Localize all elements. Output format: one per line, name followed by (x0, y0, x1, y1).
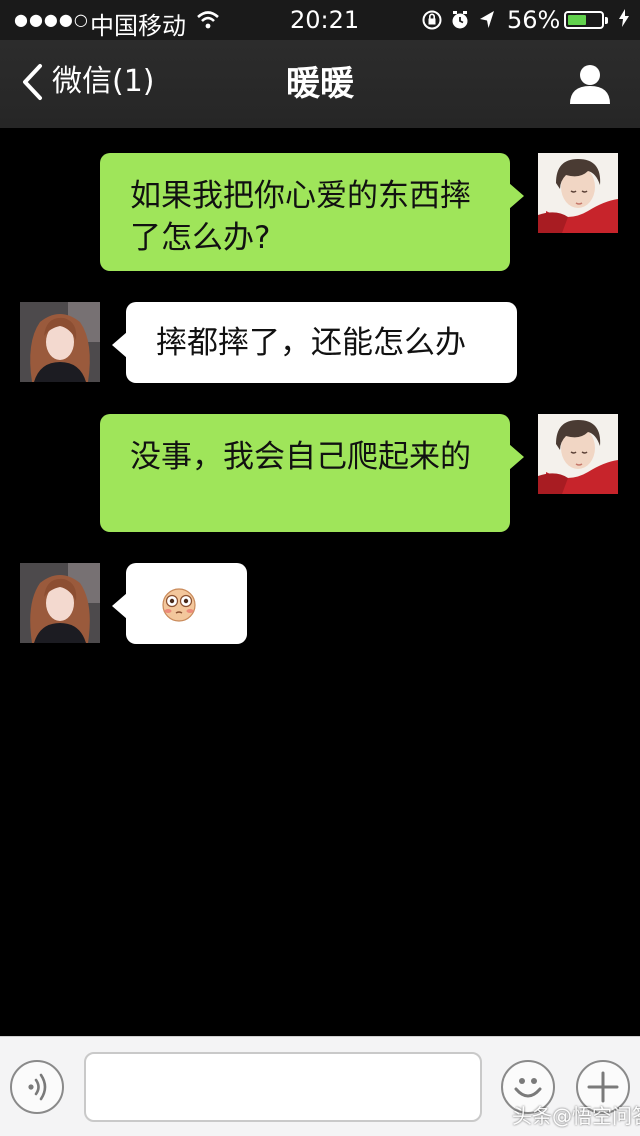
avatar-contact[interactable] (20, 563, 100, 643)
battery-percent: 56% (507, 6, 561, 34)
message-text: 如果我把你心爱的东西摔了怎么办? (130, 178, 471, 256)
chat-area[interactable]: 如果我把你心爱的东西摔了怎么办? 摔都摔了，还能怎么办 没事，我会自己爬起来的 (0, 128, 640, 1036)
back-button[interactable]: 微信(1) (20, 62, 155, 102)
back-label: 微信(1) (52, 64, 155, 99)
signal-strength: ●●●●○ (14, 10, 89, 29)
message-input[interactable] (84, 1052, 482, 1122)
message-bubble-incoming[interactable] (112, 563, 247, 644)
voice-icon (28, 1073, 47, 1101)
wifi-icon (196, 8, 220, 36)
carrier-name: 中国移动 (90, 12, 186, 40)
message-text: 没事，我会自己爬起来的 (130, 439, 471, 475)
message-bubble-outgoing[interactable]: 没事，我会自己爬起来的 (100, 414, 524, 532)
voice-button[interactable] (10, 1060, 64, 1114)
battery-level (568, 15, 586, 25)
battery-icon (564, 11, 608, 29)
navigation-bar: 微信(1) 暖暖 (0, 40, 640, 128)
watermark: 头条@悟空问答 (512, 1104, 640, 1128)
status-time: 20:21 (290, 6, 360, 34)
charging-bolt-icon (619, 9, 629, 32)
message-bubble-incoming[interactable]: 摔都摔了，还能怎么办 (112, 302, 517, 383)
avatar-self[interactable] (538, 153, 618, 233)
alarm-icon (452, 11, 468, 29)
system-icons (422, 8, 502, 38)
status-bar: ●●●●○ 中国移动 20:21 56% (0, 0, 640, 40)
person-icon (570, 65, 610, 104)
blushing-face-emoji (162, 588, 196, 622)
chevron-left-icon (23, 64, 42, 100)
message-text: 摔都摔了，还能怎么办 (156, 325, 466, 361)
chat-info-button[interactable] (568, 62, 612, 106)
message-bubble-outgoing[interactable]: 如果我把你心爱的东西摔了怎么办? (100, 153, 524, 271)
avatar-contact[interactable] (20, 302, 100, 382)
orientation-lock-icon (422, 10, 442, 30)
battery-tip (605, 17, 608, 24)
location-arrow-icon (480, 11, 494, 28)
avatar-self[interactable] (538, 414, 618, 494)
